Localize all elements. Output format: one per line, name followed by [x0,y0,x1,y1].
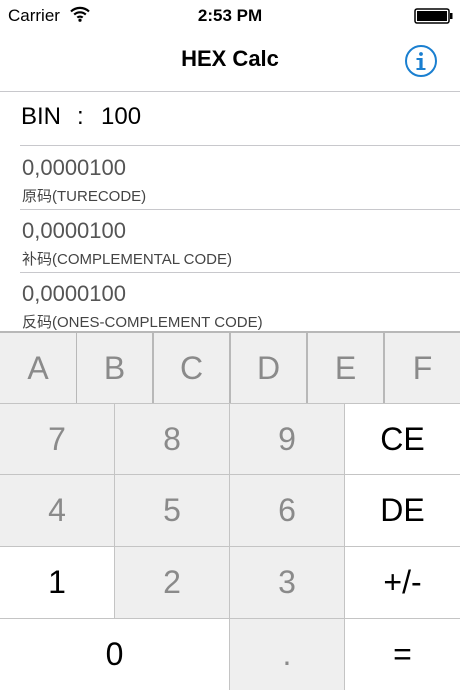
delete-button[interactable]: DE [345,475,460,546]
key-b[interactable]: B [77,333,152,403]
complemental-code-label: 补码(COMPLEMENTAL CODE) [22,251,233,268]
result-row-ones-complement-code: 0,0000100 反码(ONES-COMPLEMENT CODE) [0,273,460,331]
key-a[interactable]: A [0,333,76,403]
result-row-complemental-code: 0,0000100 补码(COMPLEMENTAL CODE) [0,210,460,273]
key-7[interactable]: 7 [0,404,114,474]
decimal-point-button[interactable]: . [230,619,344,690]
true-code-label: 原码(TURECODE) [22,188,147,205]
page-title: HEX Calc [181,46,279,71]
info-icon [405,45,437,77]
key-3[interactable]: 3 [230,547,344,618]
key-8[interactable]: 8 [115,404,229,474]
key-6[interactable]: 6 [230,475,344,546]
key-2[interactable]: 2 [115,547,229,618]
ones-complement-value: 0,0000100 [22,281,126,306]
key-1[interactable]: 1 [0,547,114,618]
key-4[interactable]: 4 [0,475,114,546]
key-0[interactable]: 0 [0,619,229,690]
info-button[interactable] [404,44,438,78]
result-row-true-code: 0,0000100 原码(TURECODE) [0,147,460,210]
key-9[interactable]: 9 [230,404,344,474]
sign-toggle-button[interactable]: +/- [345,547,460,618]
key-c[interactable]: C [154,333,229,403]
input-base-label: BIN [21,103,62,130]
number-keypad: 7 8 9 CE 4 5 6 DE 1 2 3 +/- 0 . = [0,403,460,690]
ones-complement-label: 反码(ONES-COMPLEMENT CODE) [22,314,263,331]
key-e[interactable]: E [308,333,383,403]
hex-keypad-row: A B C D E F [0,331,460,403]
key-d[interactable]: D [231,333,306,403]
complemental-code-value: 0,0000100 [22,218,126,243]
clear-entry-button[interactable]: CE [345,404,460,474]
input-separator: : [77,103,84,130]
key-5[interactable]: 5 [115,475,229,546]
status-bar: Carrier 2:53 PM [0,0,460,32]
equals-button[interactable]: = [345,619,460,690]
battery-icon [414,8,453,24]
key-f[interactable]: F [385,333,460,403]
status-time: 2:53 PM [197,6,263,25]
navigation-bar: HEX Calc [0,32,460,92]
input-value: 100 [101,103,142,130]
true-code-value: 0,0000100 [22,155,126,180]
input-display: BIN : 100 [0,92,460,146]
